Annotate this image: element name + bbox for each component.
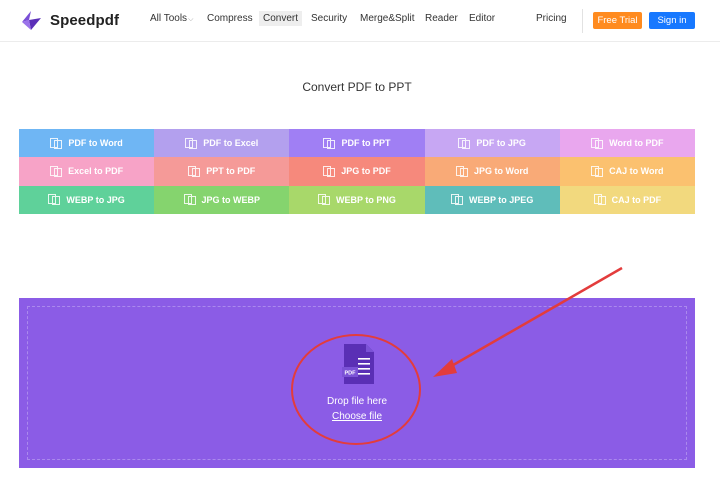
- tool-label: PPT to PDF: [206, 166, 256, 177]
- nav-compress[interactable]: Compress: [207, 13, 253, 24]
- file-convert-icon: [183, 194, 196, 206]
- file-convert-icon: [591, 165, 604, 177]
- chevron-down-icon: ⌵: [188, 16, 194, 23]
- tool-jpg-to-pdf[interactable]: JPG to PDF: [289, 157, 425, 186]
- tool-pdf-to-word[interactable]: PDF to Word: [19, 129, 155, 158]
- file-convert-icon: [185, 137, 198, 149]
- tool-label: Word to PDF: [609, 138, 664, 149]
- file-convert-icon: [50, 137, 63, 149]
- tool-webp-to-jpg[interactable]: WEBP to JPG: [19, 185, 155, 214]
- tool-jpg-to-webp[interactable]: JPG to WEBP: [154, 185, 290, 214]
- file-convert-icon: [323, 165, 336, 177]
- tool-excel-to-pdf[interactable]: Excel to PDF: [19, 157, 155, 186]
- tool-ppt-to-pdf[interactable]: PPT to PDF: [154, 157, 290, 186]
- sign-in-button[interactable]: Sign in: [649, 12, 695, 29]
- tool-jpg-to-word[interactable]: JPG to Word: [424, 157, 560, 186]
- tool-pdf-to-jpg[interactable]: PDF to JPG: [424, 129, 560, 158]
- tool-label: PDF to Excel: [203, 138, 259, 149]
- file-convert-icon: [591, 137, 604, 149]
- nav-reader[interactable]: Reader: [425, 13, 458, 24]
- free-trial-button[interactable]: Free Trial: [593, 12, 642, 29]
- tool-word-to-pdf[interactable]: Word to PDF: [559, 129, 695, 158]
- tool-label: CAJ to PDF: [611, 194, 662, 205]
- tool-label: CAJ to Word: [609, 166, 664, 177]
- nav-merge-split[interactable]: Merge&Split: [360, 13, 414, 24]
- tool-pdf-to-ppt[interactable]: PDF to PPT: [289, 129, 425, 158]
- annotation-circle: [291, 334, 421, 445]
- tool-pdf-to-excel[interactable]: PDF to Excel: [154, 129, 290, 158]
- brand-logo[interactable]: Speedpdf: [20, 9, 119, 31]
- file-convert-icon: [450, 194, 463, 206]
- file-convert-icon: [455, 165, 468, 177]
- file-convert-icon: [593, 194, 606, 206]
- tool-label: WEBP to JPG: [66, 194, 125, 205]
- tool-label: JPG to WEBP: [201, 194, 261, 205]
- brand-logo-icon: [22, 11, 41, 30]
- nav-editor[interactable]: Editor: [469, 13, 495, 24]
- tool-label: PDF to JPG: [476, 138, 526, 149]
- header-divider: [582, 9, 583, 33]
- conversion-tools-grid: PDF to Word PDF to Excel PDF to PPT PDF to …: [19, 129, 695, 214]
- file-convert-icon: [50, 165, 63, 177]
- tool-label: PDF to Word: [68, 138, 123, 149]
- file-convert-icon: [188, 165, 201, 177]
- tool-label: WEBP to JPEG: [468, 194, 534, 205]
- nav-security[interactable]: Security: [311, 13, 347, 24]
- nav-convert[interactable]: Convert: [259, 11, 303, 26]
- file-convert-icon: [458, 137, 471, 149]
- tool-caj-to-word[interactable]: CAJ to Word: [559, 157, 695, 186]
- tool-caj-to-pdf[interactable]: CAJ to PDF: [559, 185, 695, 214]
- tool-label: WEBP to PNG: [336, 194, 396, 205]
- tool-label: JPG to Word: [473, 166, 529, 177]
- file-convert-icon: [48, 194, 61, 206]
- nav-pricing[interactable]: Pricing: [536, 13, 567, 24]
- tool-label: PDF to PPT: [341, 138, 391, 149]
- file-convert-icon: [323, 137, 336, 149]
- tool-label: Excel to PDF: [68, 166, 124, 177]
- tool-webp-to-png[interactable]: WEBP to PNG: [289, 185, 425, 214]
- brand-name: Speedpdf: [50, 11, 120, 29]
- top-header: Speedpdf All Tools⌵ Compress Convert Sec…: [0, 0, 720, 42]
- page-title: Convert PDF to PPT: [302, 80, 412, 94]
- nav-all-tools[interactable]: All Tools⌵: [150, 13, 193, 24]
- tool-label: JPG to PDF: [341, 166, 391, 177]
- file-convert-icon: [318, 194, 331, 206]
- nav-all-tools-label: All Tools: [150, 13, 188, 24]
- tool-webp-to-jpeg[interactable]: WEBP to JPEG: [424, 185, 560, 214]
